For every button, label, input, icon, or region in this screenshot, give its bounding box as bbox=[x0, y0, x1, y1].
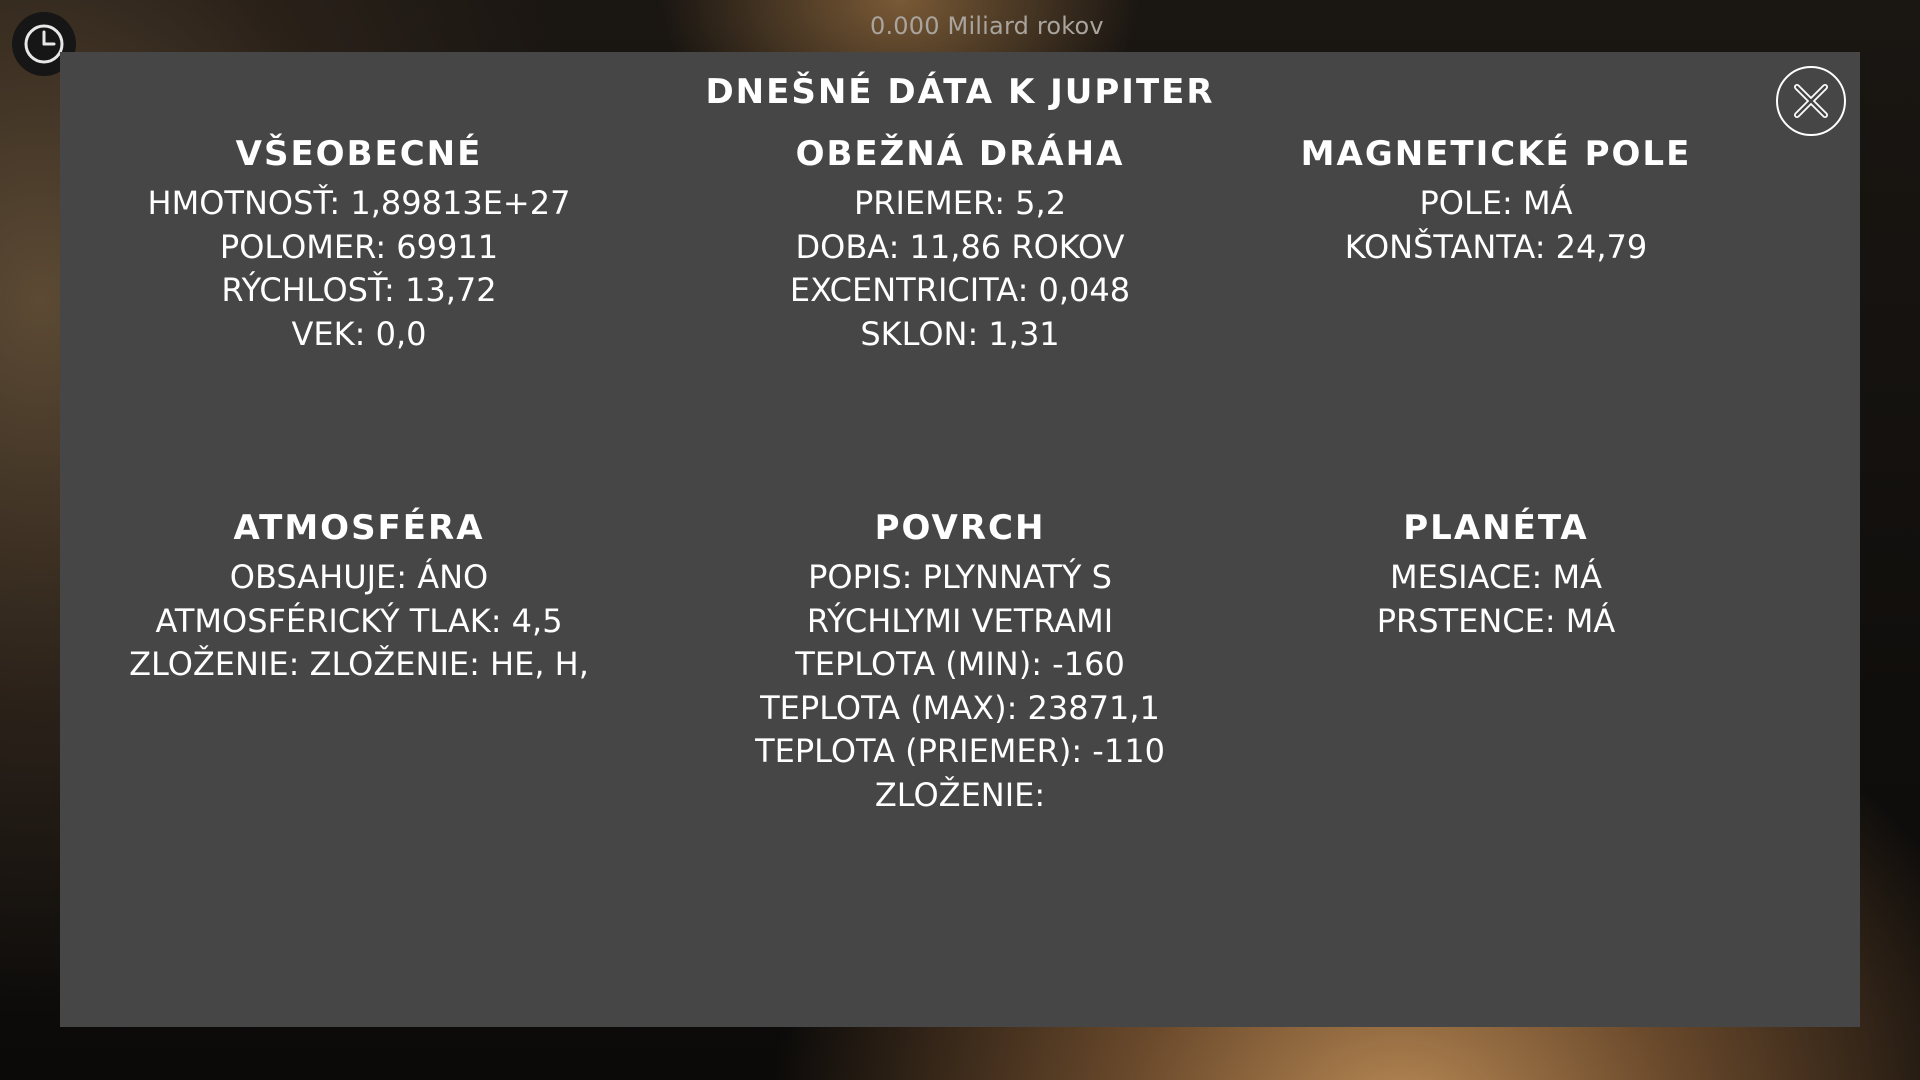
eccentricity-value: EXCENTRICITA: 0,048 bbox=[789, 271, 1131, 309]
planet-info-panel: DNEŠNÉ DÁTA K JUPITER VŠEOBECNÉ HMOTNOSŤ… bbox=[60, 52, 1860, 1027]
section-title: VŠEOBECNÉ bbox=[235, 134, 483, 174]
atmosphere-composition-value: ZLOŽENIE: ZLOŽENIE: HE, H, bbox=[129, 645, 589, 683]
field-value: POLE: MÁ bbox=[1419, 184, 1573, 222]
mass-value: HMOTNOSŤ: 1,89813E+27 bbox=[147, 184, 571, 222]
timeline-label: 0.000 Miliard rokov bbox=[870, 12, 1104, 40]
orbit-diameter-value: PRIEMER: 5,2 bbox=[853, 184, 1067, 222]
temp-max-value: TEPLOTA (MAX): 23871,1 bbox=[760, 688, 1160, 727]
age-value: VEK: 0,0 bbox=[291, 314, 427, 353]
section-surface: POVRCH POPIS: PLYNNATÝ S RÝCHLYMI VETRAM… bbox=[680, 506, 1240, 817]
panel-title: DNEŠNÉ DÁTA K JUPITER bbox=[705, 72, 1215, 112]
section-atmosphere: ATMOSFÉRA OBSAHUJE: ÁNO ATMOSFÉRICKÝ TLA… bbox=[79, 506, 639, 687]
section-title: POVRCH bbox=[874, 508, 1046, 548]
section-orbit: OBEŽNÁ DRÁHA PRIEMER: 5,2 DOBA: 11,86 RO… bbox=[680, 132, 1240, 356]
section-title: PLANÉTA bbox=[1403, 508, 1589, 548]
section-title: ATMOSFÉRA bbox=[233, 508, 485, 548]
inclination-value: SKLON: 1,31 bbox=[860, 314, 1060, 353]
rings-value: PRSTENCE: MÁ bbox=[1376, 601, 1616, 640]
orbit-period-value: DOBA: 11,86 ROKOV bbox=[795, 227, 1125, 266]
temp-avg-value: TEPLOTA (PRIEMER): -110 bbox=[755, 732, 1165, 770]
section-title: OBEŽNÁ DRÁHA bbox=[795, 134, 1125, 174]
surface-composition-value: ZLOŽENIE: bbox=[874, 775, 1046, 814]
close-icon bbox=[1794, 84, 1828, 118]
speed-value: RÝCHLOSŤ: 13,72 bbox=[221, 271, 497, 309]
description-value-cont: RÝCHLYMI VETRAMI bbox=[806, 601, 1114, 640]
constant-value: KONŠTANTA: 24,79 bbox=[1344, 227, 1648, 266]
section-magnetic-field: MAGNETICKÉ POLE POLE: MÁ KONŠTANTA: 24,7… bbox=[1216, 132, 1776, 269]
moons-value: MESIACE: MÁ bbox=[1390, 558, 1602, 596]
section-planet: PLANÉTA MESIACE: MÁ PRSTENCE: MÁ bbox=[1216, 506, 1776, 643]
radius-value: POLOMER: 69911 bbox=[219, 227, 499, 266]
description-value: POPIS: PLYNNATÝ S bbox=[808, 558, 1112, 596]
section-general: VŠEOBECNÉ HMOTNOSŤ: 1,89813E+27 POLOMER:… bbox=[79, 132, 639, 356]
temp-min-value: TEPLOTA (MIN): -160 bbox=[795, 645, 1125, 683]
contains-value: OBSAHUJE: ÁNO bbox=[229, 558, 489, 596]
pressure-value: ATMOSFÉRICKÝ TLAK: 4,5 bbox=[155, 601, 563, 640]
section-title: MAGNETICKÉ POLE bbox=[1300, 134, 1692, 174]
close-button[interactable] bbox=[1776, 66, 1846, 136]
